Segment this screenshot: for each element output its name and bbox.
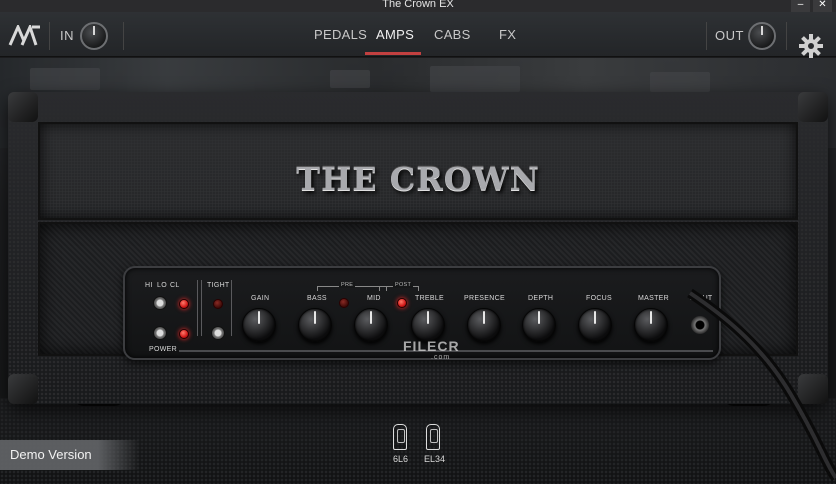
power-toggle-switch[interactable] <box>153 326 167 340</box>
watermark-sub: .com <box>431 354 451 361</box>
input-level-knob[interactable] <box>80 22 108 50</box>
amp-stage: THE CROWN HI LO CL POWER TIGHT PRE POST <box>0 58 836 484</box>
depth-label: DEPTH <box>528 295 554 302</box>
demo-version-badge: Demo Version <box>0 440 140 470</box>
tight-toggle-switch[interactable] <box>211 326 225 340</box>
post-label: POST <box>393 282 414 288</box>
input-level-label: IN <box>60 28 74 43</box>
panel-divider <box>231 280 232 336</box>
gain-label: GAIN <box>251 295 270 302</box>
gear-icon[interactable] <box>799 34 823 58</box>
mode-cl-label: CL <box>170 282 180 289</box>
amp-corner <box>8 92 38 122</box>
header-divider <box>706 22 707 50</box>
presence-label: PRESENCE <box>464 295 505 302</box>
tab-amps[interactable]: AMPS <box>376 27 414 42</box>
tight-label: TIGHT <box>207 282 230 289</box>
panel-divider <box>197 280 198 336</box>
filecr-watermark: FILECR .com <box>403 338 460 361</box>
minimize-button[interactable]: – <box>791 0 810 12</box>
tube-el34-icon[interactable] <box>426 424 440 450</box>
mid-treble-led <box>397 298 407 308</box>
output-level-knob[interactable] <box>748 22 776 50</box>
power-led <box>179 329 189 339</box>
treble-label: TREBLE <box>415 295 445 302</box>
tight-led <box>213 299 223 309</box>
tab-pedals[interactable]: PEDALS <box>314 27 367 42</box>
app-header: IN PEDALS AMPS CABS FX OUT <box>0 12 836 58</box>
treble-knob[interactable] <box>411 308 445 342</box>
panel-divider <box>201 280 202 336</box>
window-title: The Crown EX <box>382 0 454 10</box>
tab-fx[interactable]: FX <box>499 27 516 42</box>
mid-knob[interactable] <box>354 308 388 342</box>
header-divider <box>49 22 50 50</box>
watermark-text: FILECR <box>403 338 460 354</box>
brand-logo-icon <box>8 25 40 46</box>
close-button[interactable]: ✕ <box>813 0 832 12</box>
power-label: POWER <box>149 346 177 353</box>
mode-hi-label: HI <box>145 282 153 289</box>
window-titlebar: The Crown EX – ✕ <box>0 0 836 12</box>
output-level-label: OUT <box>715 28 744 43</box>
bass-knob[interactable] <box>298 308 332 342</box>
header-divider <box>786 22 787 50</box>
guitar-cable <box>687 288 836 481</box>
presence-knob[interactable] <box>467 308 501 342</box>
mode-led <box>179 299 189 309</box>
header-divider <box>123 22 124 50</box>
tube-el34-label: EL34 <box>424 454 446 464</box>
mode-toggle-switch[interactable] <box>153 296 167 310</box>
mode-lo-label: LO <box>157 282 167 289</box>
amp-name: THE CROWN <box>296 160 540 198</box>
tab-cabs[interactable]: CABS <box>434 27 471 42</box>
gain-knob[interactable] <box>242 308 276 342</box>
tube-6l6-icon[interactable] <box>393 424 407 450</box>
amp-corner <box>798 92 828 122</box>
bass-label: BASS <box>307 295 327 302</box>
depth-knob[interactable] <box>522 308 556 342</box>
pre-label: PRE <box>339 282 356 288</box>
tube-6l6-label: 6L6 <box>393 454 409 464</box>
active-tab-indicator <box>365 52 421 55</box>
amp-corner <box>8 374 38 404</box>
amp-logo-panel: THE CROWN <box>38 122 798 220</box>
mid-label: MID <box>367 295 381 302</box>
bass-mid-led <box>339 298 349 308</box>
